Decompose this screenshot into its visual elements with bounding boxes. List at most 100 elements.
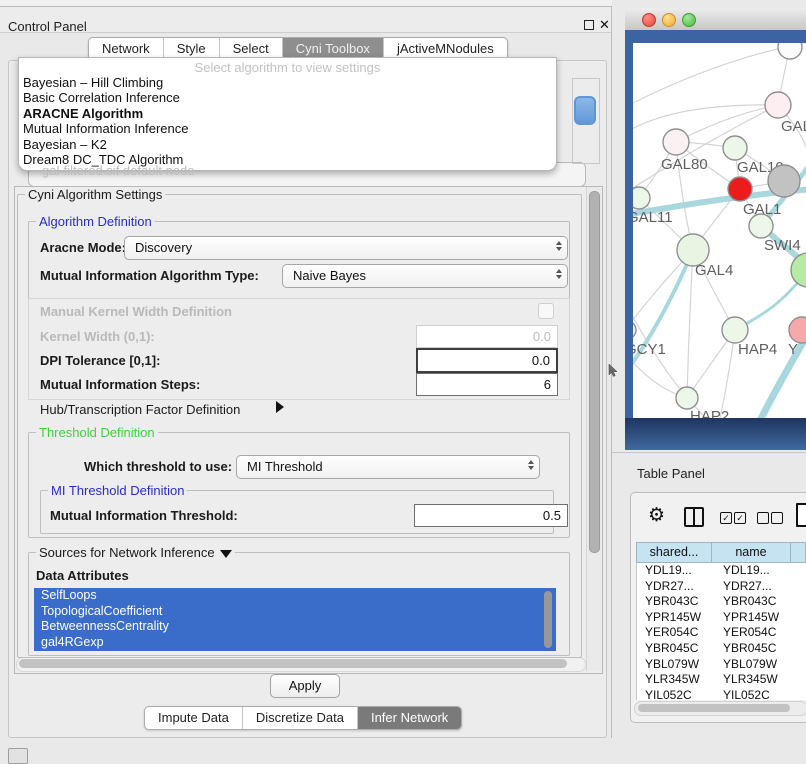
column-header[interactable] (790, 542, 806, 563)
network-node[interactable] (778, 43, 802, 59)
bottom-tab[interactable]: Discretize Data (243, 707, 358, 729)
select-all-checkbox-icon[interactable]: ✓ (734, 512, 746, 524)
cell-value: 9. (800, 672, 806, 688)
bottom-tab[interactable]: Impute Data (145, 707, 243, 729)
algorithm-popup-item[interactable]: Bayesian – K2 (23, 137, 552, 152)
table-row[interactable]: YBR045C YBR045C 9. (637, 641, 806, 657)
combo-arrows-icon (528, 460, 534, 470)
attribute-list-scrollbar-thumb[interactable] (544, 591, 552, 648)
node-label: GAL80 (661, 156, 708, 173)
tab-label: Discretize Data (256, 707, 344, 729)
mi-threshold-label: Mutual Information Threshold: (50, 508, 238, 523)
network-node[interactable] (663, 129, 689, 155)
table-row[interactable]: YDR27... YDR27... 12 (637, 579, 806, 595)
cell-value (800, 594, 806, 610)
close-icon[interactable]: ✕ (599, 17, 610, 33)
table-row[interactable]: YDL19... YDL19... 13 (637, 563, 806, 579)
table-panel-divider (612, 452, 806, 453)
algorithm-popup-item[interactable]: Basic Correlation Inference (23, 90, 552, 105)
network-node[interactable] (723, 136, 747, 160)
combo-spinner-fragment[interactable] (574, 96, 596, 125)
cell-name: YPR145W (718, 610, 800, 626)
network-node[interactable] (728, 177, 752, 201)
network-window-titlebar[interactable] (625, 8, 806, 31)
cell-value: 9. (800, 641, 806, 657)
app-top-strip (0, 0, 612, 7)
table-row[interactable]: YBL079W YBL079W (637, 657, 806, 673)
table-horizontal-scrollbar-thumb[interactable] (638, 704, 790, 712)
deselect-all-checkbox-icon[interactable] (771, 512, 783, 524)
node-table-rows: YDL19... YDL19... 13 YDR27... YDR27... 1… (636, 563, 806, 700)
manual-kernel-checkbox[interactable] (538, 303, 554, 319)
network-canvas[interactable]: GALGAL80GAL10GAL1GAL11SWI4GAL4GCY1HAP4YH… (633, 43, 806, 418)
apply-button[interactable]: Apply (270, 674, 340, 698)
algorithm-popup-item[interactable]: Bayesian – Hill Climbing (23, 75, 552, 90)
combo-arrows-icon (556, 241, 562, 251)
tab-label: Impute Data (158, 707, 229, 729)
data-attribute-item[interactable]: BetweennessCentrality (34, 619, 556, 635)
aracne-mode-label: Aracne Mode: (40, 240, 126, 255)
float-window-icon[interactable] (584, 20, 594, 30)
table-horizontal-scrollbar[interactable] (634, 701, 806, 716)
manual-kernel-label: Manual Kernel Width Definition (40, 304, 232, 319)
data-attributes-label: Data Attributes (36, 568, 129, 583)
algorithm-popup-placeholder: Select algorithm to view settings (19, 60, 556, 75)
select-all-checkbox-icon[interactable]: ✓ (720, 512, 732, 524)
deselect-all-checkbox-icon[interactable] (757, 512, 769, 524)
algorithm-definition-title: Algorithm Definition (36, 214, 155, 229)
collapse-arrow-icon[interactable] (220, 550, 232, 558)
settings-horizontal-scrollbar-thumb[interactable] (19, 659, 567, 668)
data-attribute-item[interactable]: SelfLoops (34, 588, 556, 604)
expand-arrow-icon[interactable] (276, 401, 284, 413)
mi-steps-field[interactable]: 6 (416, 373, 558, 396)
network-node[interactable] (791, 253, 806, 287)
network-frame-bottom (625, 418, 806, 450)
network-node[interactable] (633, 187, 650, 209)
minimize-traffic-light-icon[interactable] (662, 13, 676, 27)
table-row[interactable]: YPR145W YPR145W 9. (637, 610, 806, 626)
settings-vertical-scrollbar-thumb[interactable] (589, 191, 600, 553)
table-row[interactable]: YBR043C YBR043C (637, 594, 806, 610)
mi-threshold-field[interactable]: 0.5 (414, 504, 568, 527)
close-traffic-light-icon[interactable] (642, 13, 656, 27)
data-attribute-item[interactable]: TopologicalCoefficient (34, 604, 556, 620)
sources-group-title: Sources for Network Inference (36, 545, 235, 560)
table-row[interactable]: YER054C YER054C 8. (637, 625, 806, 641)
mi-steps-label: Mutual Information Steps: (40, 377, 200, 392)
aracne-mode-combo[interactable]: Discovery (124, 236, 568, 260)
new-table-icon[interactable] (796, 503, 806, 527)
cell-name: YBL079W (718, 657, 800, 673)
control-panel-title: Control Panel (8, 19, 87, 34)
aracne-mode-value: Discovery (135, 240, 192, 255)
which-threshold-combo[interactable]: MI Threshold (236, 455, 540, 479)
column-header[interactable]: name (711, 542, 790, 563)
mi-type-combo[interactable]: Naive Bayes (282, 264, 568, 288)
screen: { "colors":{"selection_blue":"#3a6cc9","… (0, 0, 806, 762)
mouse-cursor (608, 364, 620, 378)
gear-icon[interactable]: ⚙ (648, 504, 665, 527)
table-row[interactable]: YLR345W YLR345W 9. (637, 672, 806, 688)
algorithm-popup-item[interactable]: ARACNE Algorithm (23, 106, 552, 121)
data-attribute-item[interactable]: gal4RGexp (34, 635, 556, 651)
column-header[interactable]: shared... (636, 542, 711, 563)
cell-name: YER054C (718, 625, 800, 641)
network-node[interactable] (633, 321, 636, 339)
network-node[interactable] (789, 317, 806, 343)
bottom-tab[interactable]: Infer Network (358, 707, 461, 729)
bottom-tabbar: Impute Data Discretize Data Infer Networ… (144, 706, 462, 730)
network-nodes-layer: GALGAL80GAL10GAL1GAL11SWI4GAL4GCY1HAP4YH… (633, 43, 806, 418)
network-node[interactable] (722, 317, 748, 343)
algorithm-popup-item[interactable]: Mutual Information Inference (23, 121, 552, 136)
network-view-window: GALGAL80GAL10GAL1GAL11SWI4GAL4GCY1HAP4YH… (625, 8, 806, 450)
network-node[interactable] (768, 165, 800, 197)
network-node[interactable] (676, 387, 698, 409)
columns-icon[interactable] (684, 507, 704, 527)
network-node[interactable] (749, 214, 773, 238)
table-row[interactable]: YIL052C YIL052C 9 (637, 688, 806, 700)
zoom-traffic-light-icon[interactable] (682, 13, 696, 27)
cyni-settings-group-title: Cyni Algorithm Settings (25, 187, 165, 202)
kernel-width-field[interactable]: 0.0 (416, 325, 558, 348)
network-node[interactable] (765, 92, 791, 118)
dpi-tolerance-field[interactable]: 0.0 (416, 348, 558, 373)
algorithm-name: Bayesian – K2 (23, 137, 107, 152)
